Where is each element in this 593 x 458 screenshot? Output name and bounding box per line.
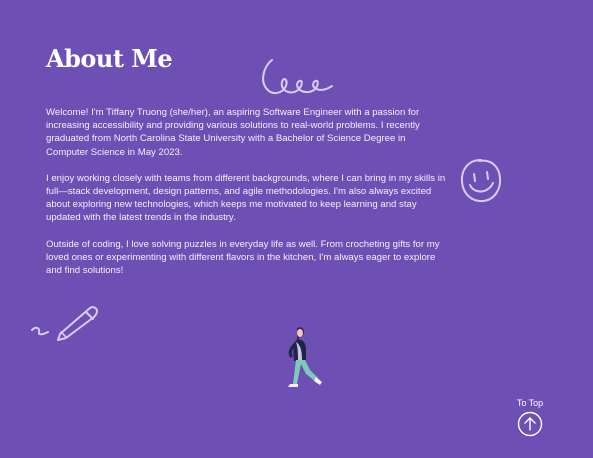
pencil-scribble-icon [31, 306, 98, 341]
about-paragraph: Welcome! I'm Tiffany Truong (she/her), a… [46, 107, 420, 158]
about-section: About Me Welcome! I'm Tiffany Truong (sh… [0, 0, 593, 458]
arrow-up-circle-icon[interactable] [517, 411, 543, 437]
page-title: About Me [46, 44, 173, 73]
about-paragraph: Outside of coding, I love solving puzzle… [46, 238, 440, 277]
about-paragraph: I enjoy working closely with teams from … [46, 172, 446, 224]
about-text: Welcome! I'm Tiffany Truong (she/her), a… [46, 106, 446, 290]
walking-person-illustration [288, 327, 322, 387]
loop-scribble-icon [262, 59, 333, 94]
to-top-button[interactable]: To Top [509, 398, 551, 442]
smiley-face-icon [460, 159, 502, 203]
to-top-label: To Top [516, 398, 544, 408]
